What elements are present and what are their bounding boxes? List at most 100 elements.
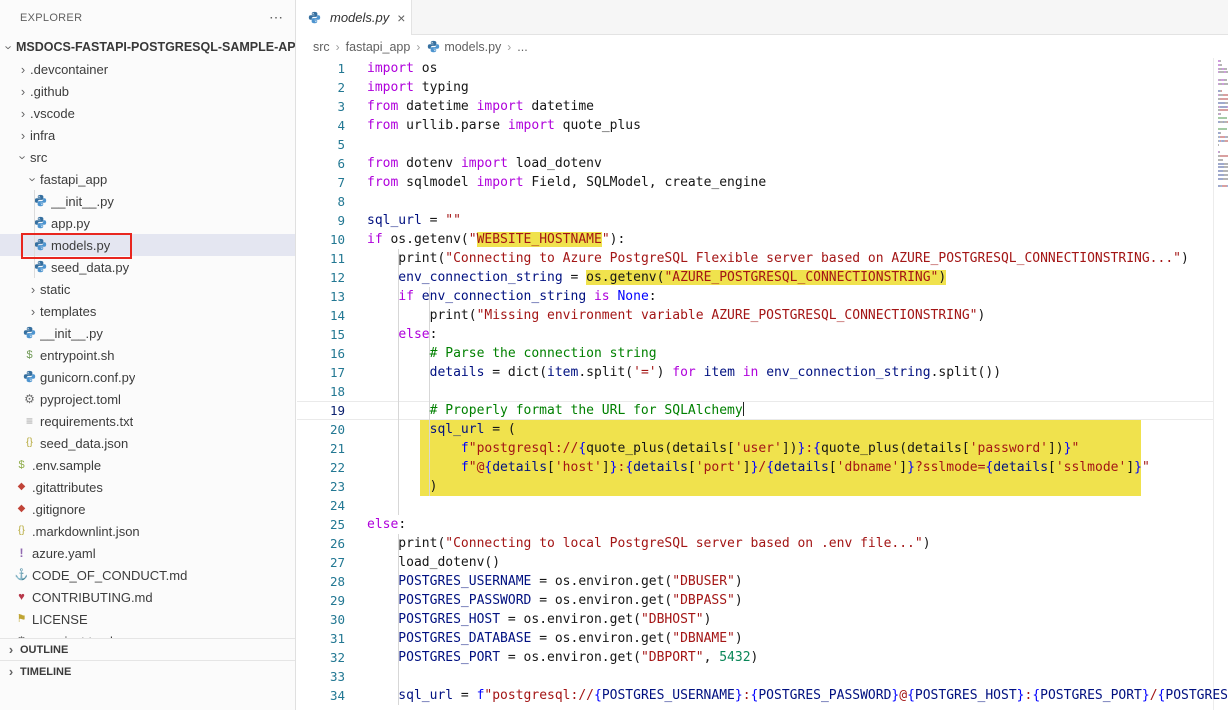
breadcrumb-models-py[interactable]: models.py — [444, 40, 501, 54]
line-number[interactable]: 11 — [297, 249, 345, 268]
code-line-4[interactable]: 4from urllib.parse import quote_plus — [297, 116, 1228, 135]
code-line-21[interactable]: 21 f"postgresql://{quote_plus(details['u… — [297, 439, 1228, 458]
sidebar-folder-devcontainer[interactable]: ›.devcontainer — [0, 58, 295, 80]
line-number[interactable]: 7 — [297, 173, 345, 192]
sidebar-item-init-py[interactable]: __init__.py — [0, 190, 295, 212]
code-line-20[interactable]: 20 sql_url = ( — [297, 420, 1228, 439]
sidebar-item-requirements-txt[interactable]: ≡requirements.txt — [0, 410, 295, 432]
sidebar-item-gitignore[interactable]: ◆.gitignore — [0, 498, 295, 520]
sidebar-item-env-sample[interactable]: $.env.sample — [0, 454, 295, 476]
breadcrumb-src[interactable]: src — [313, 40, 330, 54]
line-number[interactable]: 30 — [297, 610, 345, 629]
line-number[interactable]: 31 — [297, 629, 345, 648]
code-line-24[interactable]: 24 — [297, 496, 1228, 515]
sidebar-item-azure-yaml[interactable]: !azure.yaml — [0, 542, 295, 564]
code-line-15[interactable]: 15 else: — [297, 325, 1228, 344]
code-line-2[interactable]: 2import typing — [297, 78, 1228, 97]
sidebar-folder-github[interactable]: ›.github — [0, 80, 295, 102]
code-line-1[interactable]: 1import os — [297, 59, 1228, 78]
code-line-11[interactable]: 11 print("Connecting to Azure PostgreSQL… — [297, 249, 1228, 268]
sidebar-item-code-of-conduct-md[interactable]: ⚓CODE_OF_CONDUCT.md — [0, 564, 295, 586]
code-line-30[interactable]: 30 POSTGRES_HOST = os.environ.get("DBHOS… — [297, 610, 1228, 629]
code-line-19[interactable]: 19 # Properly format the URL for SQLAlch… — [297, 401, 1228, 420]
line-number[interactable]: 24 — [297, 496, 345, 515]
line-number[interactable]: 28 — [297, 572, 345, 591]
code-line-25[interactable]: 25else: — [297, 515, 1228, 534]
sidebar-item-license[interactable]: ⚑LICENSE — [0, 608, 295, 630]
sidebar-item-init-py[interactable]: __init__.py — [0, 322, 295, 344]
sidebar-item-markdownlint-json[interactable]: {}.markdownlint.json — [0, 520, 295, 542]
sidebar-item-seed-data-py[interactable]: seed_data.py — [0, 256, 295, 278]
sidebar-item-gunicorn-conf-py[interactable]: gunicorn.conf.py — [0, 366, 295, 388]
sidebar-folder-vscode[interactable]: ›.vscode — [0, 102, 295, 124]
sidebar-item-pyproject-toml[interactable]: ⚙pyproject.toml — [0, 388, 295, 410]
line-number[interactable]: 14 — [297, 306, 345, 325]
line-number[interactable]: 20 — [297, 420, 345, 439]
line-number[interactable]: 26 — [297, 534, 345, 553]
line-number[interactable]: 6 — [297, 154, 345, 173]
line-number[interactable]: 5 — [297, 135, 345, 154]
code-line-22[interactable]: 22 f"@{details['host']}:{details['port']… — [297, 458, 1228, 477]
sidebar-folder-infra[interactable]: ›infra — [0, 124, 295, 146]
code-line-14[interactable]: 14 print("Missing environment variable A… — [297, 306, 1228, 325]
code-editor[interactable]: 1import os2import typing3from datetime i… — [297, 58, 1228, 710]
line-number[interactable]: 4 — [297, 116, 345, 135]
line-number[interactable]: 32 — [297, 648, 345, 667]
code-line-17[interactable]: 17 details = dict(item.split('=') for it… — [297, 363, 1228, 382]
sidebar-item-app-py[interactable]: app.py — [0, 212, 295, 234]
sidebar-folder-static[interactable]: ›static — [0, 278, 295, 300]
code-line-23[interactable]: 23 ) — [297, 477, 1228, 496]
code-line-27[interactable]: 27 load_dotenv() — [297, 553, 1228, 572]
line-number[interactable]: 8 — [297, 192, 345, 211]
line-number[interactable]: 27 — [297, 553, 345, 572]
sidebar-folder-msdocs-fastapi-postgresql-sample-app-git[interactable]: ›MSDOCS-FASTAPI-POSTGRESQL-SAMPLE-APP [G… — [0, 36, 295, 58]
sidebar-item-models-py[interactable]: models.py — [0, 234, 295, 256]
code-line-34[interactable]: 34 sql_url = f"postgresql://{POSTGRES_US… — [297, 686, 1228, 705]
code-line-9[interactable]: 9sql_url = "" — [297, 211, 1228, 230]
line-number[interactable]: 18 — [297, 382, 345, 401]
line-number[interactable]: 22 — [297, 458, 345, 477]
close-icon[interactable]: × — [397, 10, 405, 26]
sidebar-folder-templates[interactable]: ›templates — [0, 300, 295, 322]
code-line-32[interactable]: 32 POSTGRES_PORT = os.environ.get("DBPOR… — [297, 648, 1228, 667]
timeline-section[interactable]: › TIMELINE — [0, 660, 295, 682]
line-number[interactable]: 25 — [297, 515, 345, 534]
code-line-26[interactable]: 26 print("Connecting to local PostgreSQL… — [297, 534, 1228, 553]
line-number[interactable]: 13 — [297, 287, 345, 306]
line-number[interactable]: 1 — [297, 59, 345, 78]
code-line-16[interactable]: 16 # Parse the connection string — [297, 344, 1228, 363]
code-line-8[interactable]: 8 — [297, 192, 1228, 211]
line-number[interactable]: 21 — [297, 439, 345, 458]
line-number[interactable]: 12 — [297, 268, 345, 287]
tab-models-py[interactable]: models.py × — [297, 0, 412, 35]
outline-section[interactable]: › OUTLINE — [0, 638, 295, 660]
code-line-7[interactable]: 7from sqlmodel import Field, SQLModel, c… — [297, 173, 1228, 192]
code-line-6[interactable]: 6from dotenv import load_dotenv — [297, 154, 1228, 173]
sidebar-folder-fastapi-app[interactable]: ›fastapi_app — [0, 168, 295, 190]
line-number[interactable]: 34 — [297, 686, 345, 705]
line-number[interactable]: 19 — [297, 401, 345, 420]
line-number[interactable]: 33 — [297, 667, 345, 686]
code-line-29[interactable]: 29 POSTGRES_PASSWORD = os.environ.get("D… — [297, 591, 1228, 610]
sidebar-item-contributing-md[interactable]: ♥CONTRIBUTING.md — [0, 586, 295, 608]
line-number[interactable]: 9 — [297, 211, 345, 230]
line-number[interactable]: 3 — [297, 97, 345, 116]
line-number[interactable]: 16 — [297, 344, 345, 363]
code-line-31[interactable]: 31 POSTGRES_DATABASE = os.environ.get("D… — [297, 629, 1228, 648]
line-number[interactable]: 29 — [297, 591, 345, 610]
breadcrumb-fastapi-app[interactable]: fastapi_app — [346, 40, 411, 54]
sidebar-item-seed-data-json[interactable]: {}seed_data.json — [0, 432, 295, 454]
more-actions-icon[interactable]: ⋯ — [269, 9, 283, 26]
code-line-3[interactable]: 3from datetime import datetime — [297, 97, 1228, 116]
breadcrumb-symbols[interactable]: ... — [517, 40, 527, 54]
line-number[interactable]: 10 — [297, 230, 345, 249]
sidebar-item-entrypoint-sh[interactable]: $entrypoint.sh — [0, 344, 295, 366]
code-line-18[interactable]: 18 — [297, 382, 1228, 401]
code-line-28[interactable]: 28 POSTGRES_USERNAME = os.environ.get("D… — [297, 572, 1228, 591]
code-line-10[interactable]: 10if os.getenv("WEBSITE_HOSTNAME"): — [297, 230, 1228, 249]
line-number[interactable]: 2 — [297, 78, 345, 97]
line-number[interactable]: 17 — [297, 363, 345, 382]
line-number[interactable]: 15 — [297, 325, 345, 344]
code-line-33[interactable]: 33 — [297, 667, 1228, 686]
sidebar-folder-src[interactable]: ›src — [0, 146, 295, 168]
